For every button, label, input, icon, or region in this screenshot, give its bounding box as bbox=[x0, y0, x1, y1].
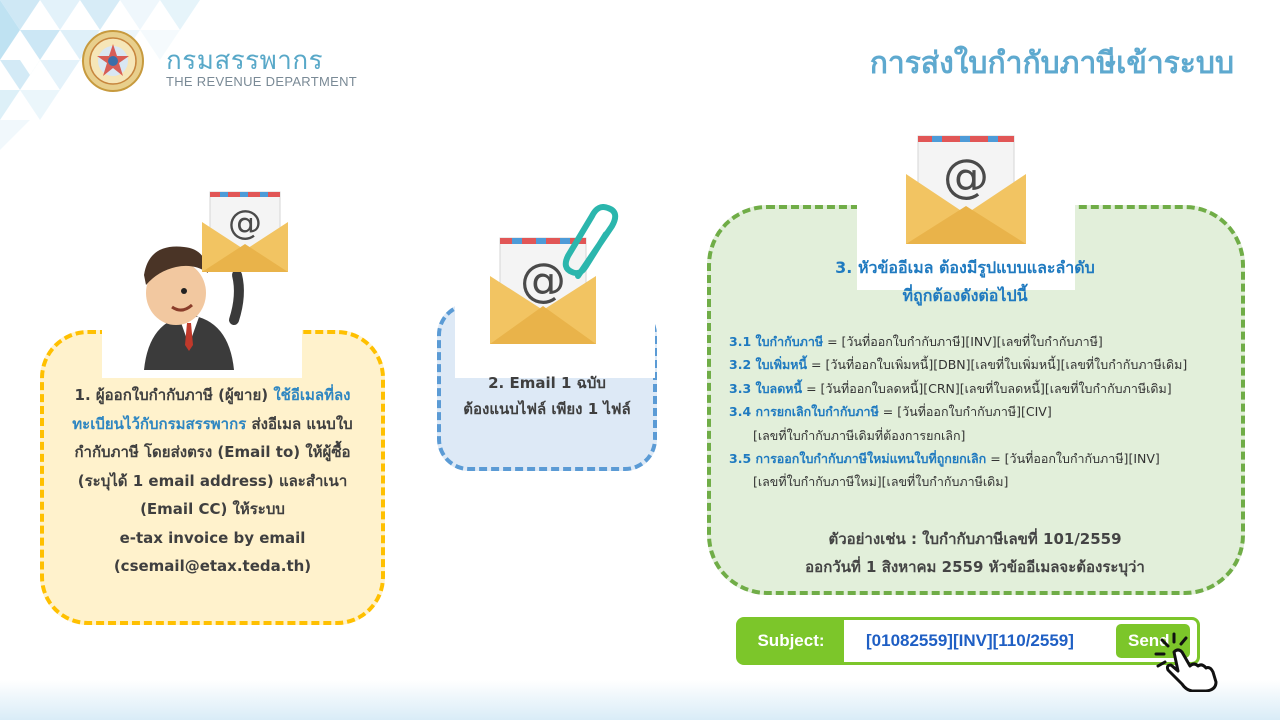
subject-label: Subject: bbox=[738, 619, 844, 663]
rule-format: = [วันที่ออกใบกำกับภาษี][INV][เลขที่ใบกำ… bbox=[823, 334, 1103, 349]
rule-item: 3.4 การยกเลิกใบกำกับภาษี = [วันที่ออกใบก… bbox=[729, 400, 1239, 423]
example-line1: ตัวอย่างเช่น : ใบกำกับภาษีเลขที่ 101/255… bbox=[828, 530, 1122, 548]
rule-number: 3.2 ใบเพิ่มหนี้ bbox=[729, 357, 808, 373]
envelope-at-icon: @ bbox=[202, 191, 288, 272]
example-text: ตัวอย่างเช่น : ใบกำกับภาษีเลขที่ 101/255… bbox=[760, 525, 1190, 581]
paperclip-icon bbox=[562, 204, 619, 279]
page-title: การส่งใบกำกับภาษีเข้าระบบ bbox=[869, 46, 1234, 81]
rule-number: 3.1 ใบกำกับภาษี bbox=[729, 334, 824, 349]
rule-item: 3.1 ใบกำกับภาษี = [วันที่ออกใบกำกับภาษี]… bbox=[729, 330, 1239, 353]
step2-line2: ต้องแนบไฟล์ เพียง 1 ไฟล์ bbox=[463, 400, 631, 418]
step3-heading: 3. หัวข้ออีเมล ต้องมีรูปแบบและลำดับ ที่ถ… bbox=[790, 254, 1140, 310]
rule-number: 3.3 ใบลดหนี้ bbox=[729, 380, 803, 396]
step3-heading-line1: 3. หัวข้ออีเมล ต้องมีรูปแบบและลำดับ bbox=[835, 258, 1095, 277]
click-hand-icon bbox=[1154, 632, 1218, 692]
svg-text:@: @ bbox=[943, 149, 989, 203]
rule-item: 3.2 ใบเพิ่มหนี้ = [วันที่ออกใบเพิ่มหนี้]… bbox=[729, 353, 1239, 376]
rule-number: 3.5 การออกใบกำกับภาษีใหม่แทนใบที่ถูกยกเล… bbox=[729, 451, 987, 467]
subject-input[interactable]: [01082559][INV][110/2559] bbox=[866, 631, 1074, 651]
rule-item: 3.5 การออกใบกำกับภาษีใหม่แทนใบที่ถูกยกเล… bbox=[729, 447, 1239, 470]
subject-format-rules: 3.1 ใบกำกับภาษี = [วันที่ออกใบกำกับภาษี]… bbox=[729, 330, 1239, 494]
rule-continuation: [เลขที่ใบกำกับภาษีใหม่][เลขที่ใบกำกับภาษ… bbox=[753, 474, 1009, 490]
step2-description: 2. Email 1 ฉบับ ต้องแนบไฟล์ เพียง 1 ไฟล์ bbox=[440, 370, 654, 422]
step2-line1: 2. Email 1 ฉบับ bbox=[488, 374, 606, 392]
rule-format: = [วันที่ออกใบลดหนี้][CRN][เลขที่ใบลดหนี… bbox=[802, 380, 1172, 396]
example-line2: ออกวันที่ 1 สิงหาคม 2559 หัวข้ออีเมลจะต้… bbox=[805, 558, 1145, 576]
bottom-gradient-band bbox=[0, 680, 1280, 720]
rule-format: = [วันที่ออกใบเพิ่มหนี้][DBN][เลขที่ใบเพ… bbox=[807, 357, 1188, 373]
brand-name-english: THE REVENUE DEPARTMENT bbox=[166, 74, 358, 89]
step1-prefix: 1. ผู้ออกใบกำกับภาษี (ผู้ขาย) bbox=[74, 386, 274, 404]
step3-heading-line2: ที่ถูกต้องดังต่อไปนี้ bbox=[902, 286, 1028, 305]
svg-text:@: @ bbox=[228, 203, 262, 243]
step1-email: (csemail@etax.teda.th) bbox=[113, 557, 312, 575]
step1-description: 1. ผู้ออกใบกำกับภาษี (ผู้ขาย) ใช้อีเมลที… bbox=[60, 381, 365, 581]
revenue-department-logo bbox=[82, 30, 144, 92]
rule-number: 3.4 การยกเลิกใบกำกับภาษี bbox=[729, 404, 879, 420]
rule-format: = [วันที่ออกใบกำกับภาษี][INV] bbox=[986, 451, 1160, 467]
envelope-at-icon: @ bbox=[906, 135, 1026, 244]
rule-item: 3.3 ใบลดหนี้ = [วันที่ออกใบลดหนี้][CRN][… bbox=[729, 377, 1239, 400]
rule-continuation: [เลขที่ใบกำกับภาษีเดิมที่ต้องการยกเลิก] bbox=[753, 427, 966, 443]
rule-format: = [วันที่ออกใบกำกับภาษี][CIV] bbox=[878, 404, 1052, 420]
step1-service: e-tax invoice by email bbox=[119, 528, 306, 547]
